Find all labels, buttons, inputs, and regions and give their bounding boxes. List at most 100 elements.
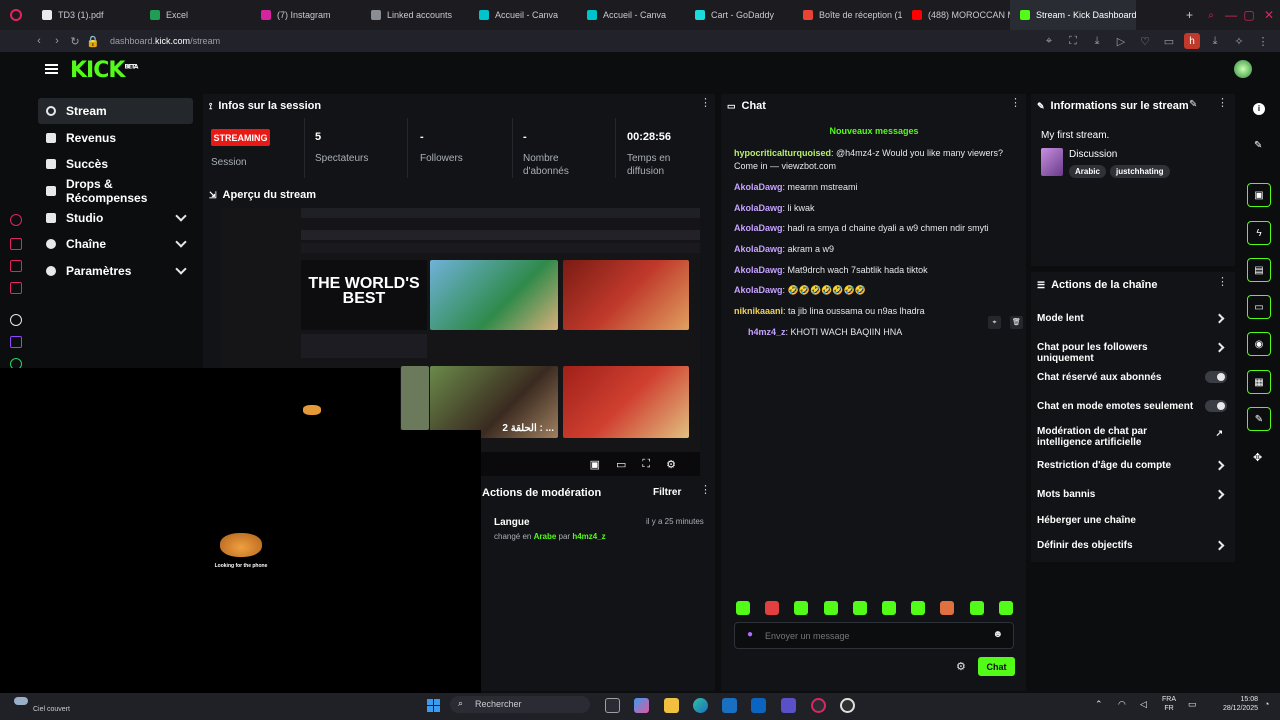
mail-icon[interactable]	[10, 282, 22, 294]
broadcast-icon[interactable]: ◉	[1247, 332, 1271, 356]
settings-icon[interactable]: ⚙	[666, 458, 676, 471]
pip-icon[interactable]: ▣	[590, 458, 600, 471]
play-icon[interactable]: ▷	[1112, 32, 1130, 50]
send-chat-button[interactable]: Chat	[978, 657, 1015, 676]
chat-username[interactable]: AkolaDawg	[734, 182, 783, 192]
channel-action-item[interactable]: Restriction d'âge du compte	[1037, 460, 1227, 471]
sidebar-item-drops[interactable]: Drops & Récompenses	[38, 177, 193, 205]
notifications-icon[interactable]: ◔	[1264, 699, 1269, 709]
browser-tab[interactable]: Excel	[140, 0, 251, 30]
mic-icon[interactable]: ●	[747, 629, 753, 640]
lightning-icon[interactable]: ϟ	[1247, 221, 1271, 245]
emote-icon[interactable]	[969, 601, 984, 615]
fullscreen-icon[interactable]: ⛶	[642, 458, 650, 471]
message-input[interactable]	[765, 627, 985, 645]
screenshot-icon[interactable]: ⛶	[1064, 32, 1082, 50]
tag-arabic[interactable]: Arabic	[1069, 165, 1106, 178]
twitch-icon[interactable]	[10, 336, 22, 348]
chat-message[interactable]: niknikaaani: ta jib lina oussama ou n9as…	[734, 305, 1019, 318]
sidebar-item-chaine[interactable]: Chaîne	[38, 231, 193, 257]
chat-input[interactable]: ● ☻	[734, 622, 1014, 649]
stream-info-more-icon[interactable]: ⋮	[1217, 98, 1228, 112]
kick-logo[interactable]: KICKBETA	[70, 58, 138, 83]
wifi-icon[interactable]: ◠	[1118, 699, 1126, 710]
sidebar-item-stream[interactable]: Stream	[38, 98, 193, 124]
video-thumbnail[interactable]	[430, 260, 558, 330]
emote-icon[interactable]	[882, 601, 896, 615]
tools-icon[interactable]: ✎	[1247, 407, 1271, 431]
video-thumbnail[interactable]	[563, 260, 689, 330]
channel-action-item[interactable]: Mots bannis	[1037, 489, 1227, 500]
back-icon[interactable]: ‹	[30, 32, 48, 50]
volume-icon[interactable]: ◁	[1140, 699, 1147, 710]
outlook-icon[interactable]	[751, 698, 766, 713]
chat-bubble-icon[interactable]: ▭	[1247, 295, 1271, 319]
emote-icon[interactable]	[852, 601, 867, 615]
toggle-switch[interactable]	[1205, 371, 1227, 383]
chat-message[interactable]: AkolaDawg: mearnn mstreami	[734, 181, 1019, 194]
video-thumbnail[interactable]	[563, 366, 689, 438]
ai-icon[interactable]: ✧	[1230, 32, 1248, 50]
minimize-window-icon[interactable]: —	[1222, 8, 1240, 22]
message-delete-icon[interactable]: 🗑	[1010, 316, 1023, 329]
channel-action-item[interactable]: Chat en mode emotes seulement	[1037, 400, 1227, 412]
file-explorer-icon[interactable]	[664, 698, 679, 713]
chat-more-icon[interactable]: ⋮	[1010, 98, 1021, 112]
emote-icon[interactable]	[911, 601, 926, 615]
emote-icon[interactable]	[940, 601, 955, 615]
browser-tab[interactable]: Accueil - Canva	[469, 0, 577, 30]
moderation-more-icon[interactable]: ⋮	[700, 485, 711, 499]
maximize-window-icon[interactable]: ▢	[1240, 8, 1258, 22]
user-avatar[interactable]	[1234, 60, 1252, 78]
start-icon[interactable]	[427, 699, 440, 712]
emoji-icon[interactable]: ☻	[992, 629, 1003, 640]
search-tabs-icon[interactable]: ⌕	[1200, 10, 1222, 21]
video-thumbnail[interactable]: THE WORLD'S BEST	[301, 260, 427, 330]
reload-icon[interactable]: ↻	[66, 32, 84, 50]
theater-icon[interactable]: ▭	[616, 458, 626, 471]
info-circle-icon[interactable]: i	[1253, 103, 1265, 115]
browser-tab[interactable]: Cart - GoDaddy	[685, 0, 793, 30]
new-tab-icon[interactable]: +	[1186, 8, 1200, 22]
browser-more-icon[interactable]: ⋮	[1254, 32, 1272, 50]
chat-username[interactable]: AkolaDawg	[734, 203, 783, 213]
browser-tab[interactable]: Stream - Kick Dashboard	[1010, 0, 1136, 30]
message-pin-icon[interactable]: ⌖	[988, 316, 1001, 329]
filter-button[interactable]: Filtrer	[653, 487, 681, 498]
emote-icon[interactable]	[998, 601, 1013, 615]
browser-tab[interactable]: Linked accounts	[361, 0, 469, 30]
chat-username[interactable]: AkolaDawg	[734, 285, 783, 295]
chat-message[interactable]: hypocriticalturquoised: @h4mz4-z Would y…	[734, 147, 1019, 173]
download-page-icon[interactable]: ⤓	[1088, 32, 1106, 50]
browser-tab[interactable]: Boîte de réception (1...	[793, 0, 902, 30]
sidebar-item-studio[interactable]: Studio	[38, 205, 193, 231]
new-messages-banner[interactable]: Nouveaux messages	[734, 126, 1014, 136]
sidebar-item-parametres[interactable]: Paramètres	[38, 258, 193, 284]
taskbar-search[interactable]: ⌕ Rechercher	[450, 696, 590, 713]
sidebar-item-revenus[interactable]: Revenus	[38, 125, 193, 151]
edit-stream-icon[interactable]: ✎	[1189, 99, 1197, 110]
chat-message[interactable]: AkolaDawg: li kwak	[734, 202, 1019, 215]
qr-icon[interactable]: ▣	[1247, 183, 1271, 207]
bag-icon[interactable]	[10, 238, 22, 250]
chat-username[interactable]: AkolaDawg	[734, 223, 783, 233]
tag-justchhating[interactable]: justchhating	[1110, 165, 1170, 178]
task-view-icon[interactable]	[605, 698, 620, 713]
pencil-icon[interactable]: ✎	[1254, 140, 1262, 151]
app-icon[interactable]	[781, 698, 796, 713]
layout-icon[interactable]: ▦	[1247, 370, 1271, 394]
chat-username[interactable]: niknikaaani	[734, 306, 783, 316]
store-icon[interactable]	[722, 698, 737, 713]
chat-settings-icon[interactable]: ⚙	[956, 660, 966, 673]
flow-icon[interactable]	[10, 260, 22, 272]
chat-username[interactable]: AkolaDawg	[734, 265, 783, 275]
language-indicator[interactable]: FRA FR	[1160, 695, 1178, 713]
sidebar-item-succes[interactable]: Succès	[38, 151, 193, 177]
toggle-switch[interactable]	[1205, 400, 1227, 412]
pin-icon[interactable]: ⌖	[1040, 32, 1058, 50]
clock[interactable]: 15:08 28/12/2025	[1208, 695, 1258, 713]
browser-menu-icon[interactable]	[0, 0, 32, 30]
opera-gx-icon[interactable]	[811, 698, 826, 713]
hamburger-menu-icon[interactable]	[45, 64, 58, 74]
channel-action-item[interactable]: Chat pour les followers uniquement	[1037, 342, 1227, 364]
